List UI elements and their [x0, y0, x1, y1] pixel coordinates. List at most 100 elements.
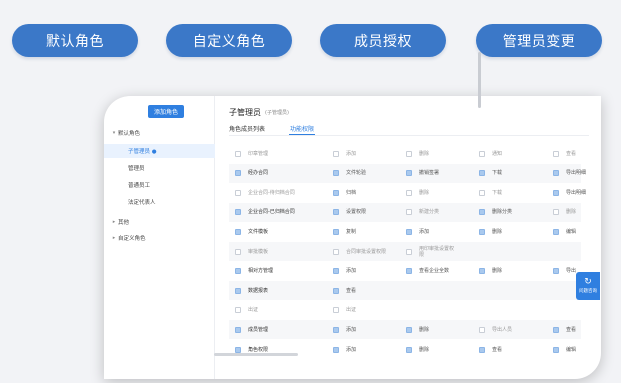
permission-label: 导出人员 — [492, 326, 513, 333]
permission-row: 经办合同文件轮验撤销签署下载导出明细设置合同保密 — [229, 163, 586, 183]
role-permission-panel: 添加角色 ▾ 默认角色 子管理员 ● 管理员 普通员工 法定代表人 ▸ 其他 ▸ 自定义角色 子管… — [104, 96, 601, 379]
permission-table: 印章管理添加删除通知查看编辑经办合同文件轮验撤销签署下载导出明细设置合同保密企业… — [229, 144, 586, 368]
permission-item: 编辑 — [553, 340, 601, 359]
permission-item: 查看 — [553, 320, 601, 339]
permission-label: 撤销签署 — [419, 170, 440, 177]
permission-checkbox[interactable] — [235, 170, 241, 177]
permission-checkbox[interactable] — [333, 209, 339, 216]
sidebar-item[interactable]: 法定代表人 — [104, 195, 215, 209]
tab-function-permissions[interactable]: 功能权限 — [290, 124, 314, 133]
permission-checkbox[interactable] — [406, 326, 412, 333]
permission-checkbox[interactable] — [553, 268, 559, 275]
permission-item: 删除 — [406, 320, 475, 339]
permission-item: 导出明细 — [553, 183, 601, 202]
sidebar-item[interactable]: 普通员工 — [104, 178, 215, 192]
permission-checkbox[interactable] — [553, 326, 559, 333]
permission-checkbox[interactable] — [235, 209, 241, 216]
tab-default-roles[interactable]: 默认角色 — [12, 24, 138, 57]
permission-checkbox[interactable] — [333, 228, 339, 235]
permission-checkbox[interactable] — [406, 268, 412, 275]
permission-label: 导出明细 — [566, 170, 587, 177]
permission-checkbox[interactable] — [333, 189, 339, 196]
tab-member-authorization[interactable]: 成员授权 — [320, 24, 446, 57]
permission-checkbox[interactable] — [235, 228, 241, 235]
permission-row: 印章管理添加删除通知查看编辑 — [229, 144, 581, 163]
permission-checkbox[interactable] — [333, 326, 339, 333]
permission-checkbox[interactable] — [479, 228, 485, 235]
permission-checkbox[interactable] — [235, 307, 241, 314]
help-label: 问题咨询 — [579, 288, 597, 294]
permission-checkbox[interactable] — [406, 248, 412, 255]
permission-checkbox[interactable] — [406, 150, 412, 157]
permission-checkbox[interactable] — [235, 189, 241, 196]
permission-checkbox[interactable] — [235, 326, 241, 333]
permission-item: 查看 — [553, 144, 601, 163]
permission-checkbox[interactable] — [235, 268, 241, 275]
permission-checkbox[interactable] — [406, 209, 412, 216]
sidebar-item[interactable]: 子管理员 ● — [104, 144, 215, 158]
vertical-scrollbar[interactable] — [478, 52, 481, 108]
permission-checkbox[interactable] — [333, 307, 339, 314]
permission-checkbox[interactable] — [479, 170, 485, 177]
permission-checkbox[interactable] — [553, 170, 559, 177]
permission-checkbox[interactable] — [553, 209, 559, 216]
permission-checkbox[interactable] — [235, 287, 241, 294]
sidebar-item-label: 法定代表人 — [128, 200, 156, 206]
permission-item: 删除分类 — [479, 203, 549, 222]
permission-item: 设置权限 — [333, 203, 402, 222]
permission-label: 删除 — [566, 209, 577, 216]
permission-label: 删除分类 — [492, 209, 513, 216]
permission-item: 导出明细 — [553, 164, 601, 183]
permission-item: 下载 — [479, 164, 549, 183]
permission-checkbox[interactable] — [553, 228, 559, 235]
permission-label: 删除 — [419, 326, 430, 333]
sidebar-item[interactable]: ▾ 默认角色 — [104, 126, 215, 140]
permission-checkbox[interactable] — [235, 150, 241, 157]
permission-checkbox[interactable] — [333, 287, 339, 294]
permission-label: 通知 — [492, 150, 503, 157]
permission-checkbox[interactable] — [406, 189, 412, 196]
sidebar-item[interactable]: ▸ 自定义角色 — [104, 231, 215, 245]
permission-checkbox[interactable] — [406, 170, 412, 177]
permission-checkbox[interactable] — [333, 248, 339, 255]
permission-checkbox[interactable] — [479, 346, 485, 353]
permission-checkbox[interactable] — [406, 228, 412, 235]
permission-checkbox[interactable] — [333, 170, 339, 177]
permission-checkbox[interactable] — [553, 150, 559, 157]
permission-checkbox[interactable] — [479, 189, 485, 196]
permission-checkbox[interactable] — [553, 346, 559, 353]
permission-row: 数据报表 查看 — [229, 281, 581, 301]
permission-checkbox[interactable] — [235, 248, 241, 255]
permission-label: 出证 — [248, 307, 259, 314]
permission-checkbox[interactable] — [333, 150, 339, 157]
sidebar-item[interactable]: ▸ 其他 — [104, 215, 215, 229]
horizontal-scrollbar[interactable] — [214, 353, 298, 356]
permission-checkbox[interactable] — [479, 150, 485, 157]
permission-checkbox[interactable] — [553, 189, 559, 196]
permission-label: 成员管理 — [248, 326, 269, 333]
permission-checkbox[interactable] — [333, 346, 339, 353]
permission-checkbox[interactable] — [479, 326, 485, 333]
permission-label: 合同审批设置权限 — [346, 248, 387, 255]
permission-item: 删除 — [406, 183, 475, 202]
tab-role-members[interactable]: 角色成员列表 — [229, 124, 265, 133]
help-consult-button[interactable]: ↻ 问题咨询 — [576, 272, 600, 300]
tab-admin-change[interactable]: 管理员变更 — [476, 24, 602, 57]
permission-checkbox[interactable] — [406, 346, 412, 353]
sidebar-item-label: 默认角色 — [118, 131, 141, 137]
chevron-icon: ▸ — [112, 219, 116, 225]
add-role-button[interactable]: 添加角色 — [148, 105, 184, 118]
permission-checkbox[interactable] — [333, 268, 339, 275]
sidebar-item[interactable]: 管理员 — [104, 161, 215, 175]
permission-item: 删除 — [553, 203, 601, 222]
permission-checkbox[interactable] — [235, 346, 241, 353]
permission-checkbox[interactable] — [479, 209, 485, 216]
permission-item: 撤销签署 — [406, 164, 475, 183]
top-tab-bar: 默认角色 自定义角色 成员授权 管理员变更 — [0, 24, 621, 58]
permission-checkbox[interactable] — [479, 268, 485, 275]
permission-label: 企业合同-已归档合同 — [248, 209, 295, 216]
tab-custom-roles[interactable]: 自定义角色 — [166, 24, 292, 57]
permission-item: 查看 — [479, 340, 549, 359]
permission-label: 角色权限 — [248, 346, 269, 353]
permission-label: 添加 — [419, 228, 430, 235]
